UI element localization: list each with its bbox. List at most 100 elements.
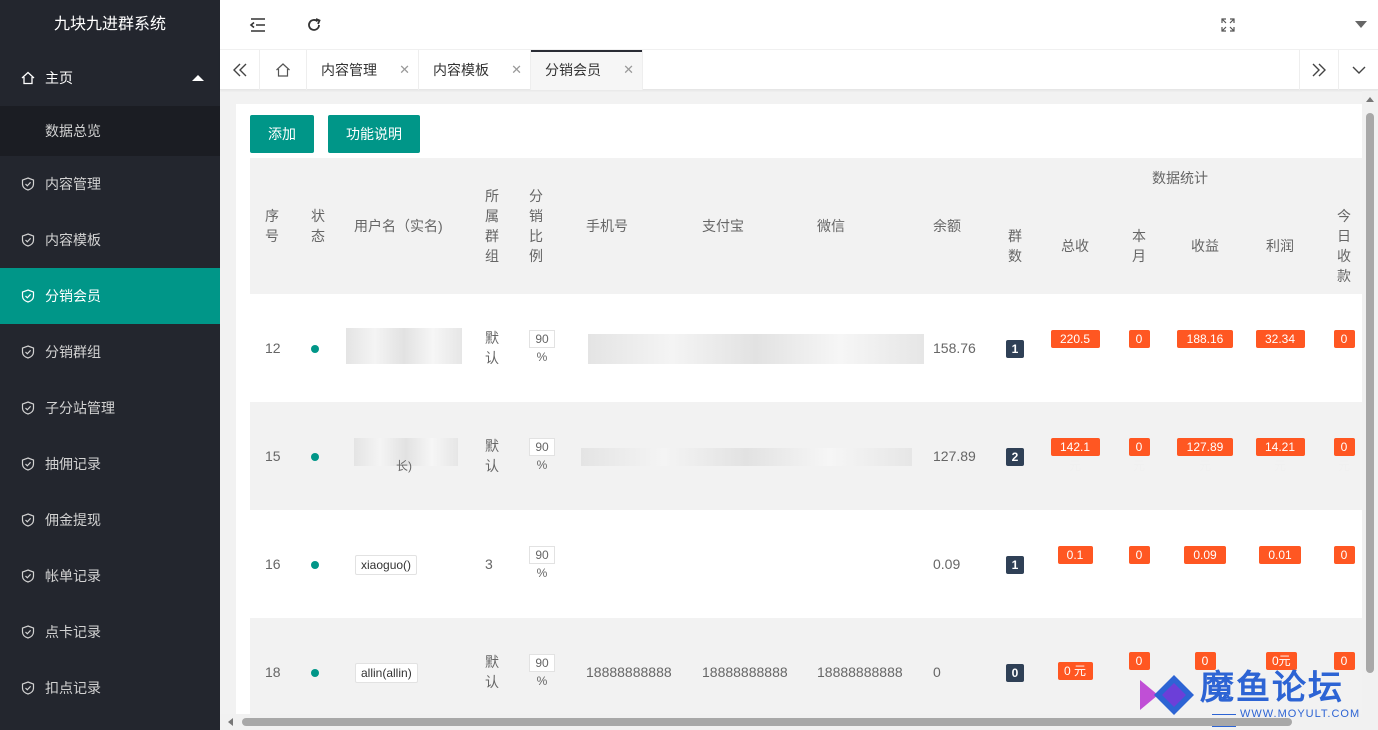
ratio-value: 90 bbox=[529, 438, 555, 456]
ratio-value: 90 bbox=[529, 546, 555, 564]
shield-check-icon bbox=[20, 660, 36, 716]
tab-label: 内容管理 bbox=[321, 62, 377, 78]
shield-check-icon bbox=[20, 380, 36, 436]
th-profit: 利润 bbox=[1266, 238, 1294, 254]
th-phone: 手机号 bbox=[586, 218, 628, 234]
close-icon[interactable]: ✕ bbox=[399, 50, 410, 90]
th-income: 收益 bbox=[1191, 238, 1219, 254]
refresh-icon bbox=[308, 18, 321, 31]
total-badge: 220.5 bbox=[1050, 330, 1100, 348]
scroll-up-icon[interactable] bbox=[1366, 97, 1374, 102]
ratio-percent: % bbox=[536, 674, 548, 688]
month-badge: 0 bbox=[1128, 546, 1150, 564]
sidebar-item-content-management[interactable]: 内容管理 bbox=[0, 156, 220, 212]
vertical-scrollbar[interactable] bbox=[1362, 91, 1378, 730]
cell-wechat: 18888888888 bbox=[817, 664, 903, 680]
status-dot bbox=[311, 561, 319, 569]
sidebar-item-label: 帐单记录 bbox=[45, 568, 101, 584]
refresh-button[interactable] bbox=[294, 0, 334, 50]
cell-ratio: 90% bbox=[529, 546, 555, 582]
close-icon[interactable]: ✕ bbox=[511, 50, 522, 90]
ratio-value: 90 bbox=[529, 330, 555, 348]
tab-content-management[interactable]: 内容管理 ✕ bbox=[307, 50, 419, 90]
table-header: 序号 状态 用户名（实名) 所属群组 分销比例 手机号 支付宝 微信 余额 群数… bbox=[250, 158, 1362, 294]
sidebar-item-distribution-members[interactable]: 分销会员 bbox=[0, 268, 220, 324]
sidebar-item-dashboard[interactable]: 数据总览 bbox=[0, 106, 220, 156]
tab-bar: 内容管理 ✕ 内容模板 ✕ 分销会员 ✕ bbox=[220, 50, 1378, 90]
sidebar-item-commission-records[interactable]: 抽佣记录 bbox=[0, 436, 220, 492]
cell-phone: 18888888888 bbox=[586, 664, 672, 680]
cell-group: 默认 bbox=[485, 330, 499, 366]
scroll-left-icon[interactable] bbox=[228, 718, 233, 726]
fullscreen-icon bbox=[1221, 18, 1235, 32]
shield-check-icon bbox=[20, 212, 36, 268]
profit-badge: 32.34 bbox=[1255, 330, 1305, 348]
group-count-badge: 1 bbox=[1006, 340, 1024, 358]
double-chevron-right-icon bbox=[1312, 63, 1326, 77]
close-icon[interactable]: ✕ bbox=[623, 50, 634, 90]
tab-scroll-left-button[interactable] bbox=[220, 50, 260, 90]
ratio-percent: % bbox=[536, 458, 548, 472]
fullscreen-button[interactable] bbox=[1208, 0, 1248, 50]
shield-check-icon bbox=[20, 156, 36, 212]
tab-content-template[interactable]: 内容模板 ✕ bbox=[419, 50, 531, 90]
watermark: 魔鱼论坛 WWW.MOYULT.COM bbox=[1136, 660, 1376, 728]
sidebar-item-home[interactable]: 主页 bbox=[0, 50, 220, 106]
tab-menu-button[interactable] bbox=[1339, 50, 1378, 90]
home-icon bbox=[276, 63, 290, 77]
redacted-username bbox=[346, 328, 462, 364]
ratio-percent: % bbox=[536, 350, 548, 364]
th-stats: 数据统计 bbox=[1152, 170, 1208, 186]
tab-distribution-members[interactable]: 分销会员 ✕ bbox=[531, 50, 643, 90]
shield-check-icon bbox=[20, 548, 36, 604]
sidebar-item-label: 分销会员 bbox=[45, 288, 101, 304]
cell-group: 3 bbox=[485, 556, 493, 572]
watermark-url: WWW.MOYULT.COM bbox=[1208, 708, 1376, 730]
sidebar-item-deduction-records[interactable]: 扣点记录 bbox=[0, 660, 220, 716]
horizontal-scroll-thumb[interactable] bbox=[242, 718, 1292, 726]
cell-ratio: 90% bbox=[529, 438, 555, 474]
sidebar-item-card-records[interactable]: 点卡记录 bbox=[0, 604, 220, 660]
group-count-badge: 1 bbox=[1006, 556, 1024, 574]
main-content: 添加 功能说明 序号 状态 用户名（实名) 所属群组 分销比例 手机号 支付宝 … bbox=[236, 104, 1362, 718]
redacted-contacts bbox=[581, 448, 912, 466]
add-button[interactable]: 添加 bbox=[250, 115, 314, 153]
group-count-badge: 2 bbox=[1006, 448, 1024, 466]
caret-down-icon bbox=[1355, 21, 1367, 28]
cell-balance: 0 bbox=[933, 664, 941, 680]
sidebar-item-label: 内容模板 bbox=[45, 232, 101, 248]
menu-toggle-button[interactable] bbox=[238, 0, 278, 50]
tab-label: 内容模板 bbox=[433, 62, 489, 78]
total-badge: 0.1 bbox=[1057, 546, 1093, 564]
today-badge: 0 bbox=[1333, 546, 1355, 564]
month-badge: 0 bbox=[1128, 330, 1150, 348]
table-row: 12 默认 90% 158.76 1 220.5 0 188.16 32.34 0 bbox=[250, 294, 1362, 402]
fish-logo-icon bbox=[1140, 675, 1194, 715]
user-dropdown-button[interactable] bbox=[1346, 0, 1376, 50]
today-badge: 0 bbox=[1333, 330, 1355, 348]
total-badge: 142.1 bbox=[1050, 438, 1100, 456]
sidebar-item-content-template[interactable]: 内容模板 bbox=[0, 212, 220, 268]
tab-scroll-right-button[interactable] bbox=[1299, 50, 1339, 90]
shield-check-icon bbox=[20, 492, 36, 548]
group-count-badge: 0 bbox=[1006, 664, 1024, 682]
cell-alipay: 18888888888 bbox=[702, 664, 788, 680]
sidebar-item-commission-withdrawal[interactable]: 佣金提现 bbox=[0, 492, 220, 548]
table-row: 15 长) 默认 90% 127.89 2 142.1 元 0 元 127.89 元 14.21 元 0 元 bbox=[250, 402, 1362, 510]
sidebar-item-substation-management[interactable]: 子分站管理 bbox=[0, 380, 220, 436]
cell-ratio: 90% bbox=[529, 654, 555, 690]
th-month: 本月 bbox=[1132, 228, 1146, 264]
tab-home[interactable] bbox=[260, 50, 307, 90]
sidebar-item-bill-records[interactable]: 帐单记录 bbox=[0, 548, 220, 604]
table-row: 16 xiaoguo() 3 90% 0.09 1 0.1 0 0.09 0.01 0 bbox=[250, 510, 1362, 618]
unit-label: 元 bbox=[1338, 459, 1351, 473]
unit-label: 元 bbox=[1069, 459, 1082, 473]
help-button[interactable]: 功能说明 bbox=[328, 115, 420, 153]
vertical-scroll-thumb[interactable] bbox=[1366, 113, 1374, 673]
sidebar-item-distribution-groups[interactable]: 分销群组 bbox=[0, 324, 220, 380]
cell-seq: 15 bbox=[265, 448, 281, 464]
cell-group: 默认 bbox=[485, 438, 499, 474]
redacted-contacts bbox=[588, 334, 924, 364]
ratio-value: 90 bbox=[529, 654, 555, 672]
income-badge: 127.89 bbox=[1177, 438, 1233, 456]
